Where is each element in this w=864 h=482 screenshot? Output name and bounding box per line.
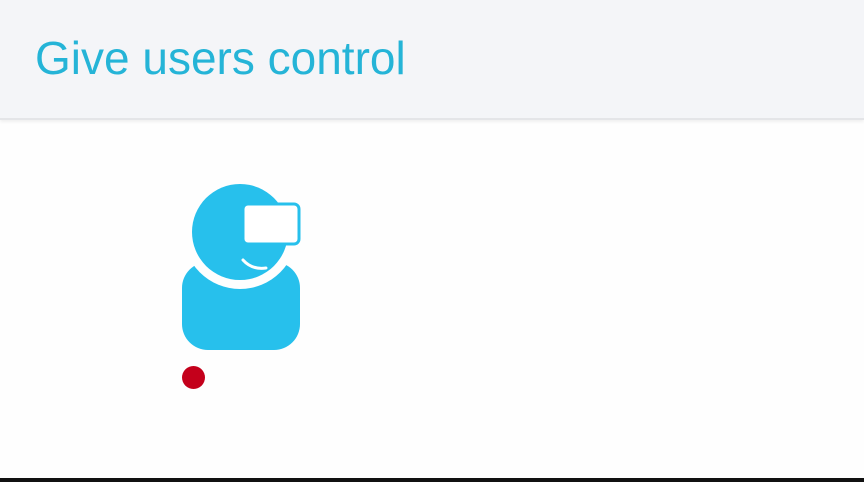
user-with-screen-icon [182, 175, 301, 350]
header-bar: Give users control [0, 0, 864, 120]
slide: Give users control [0, 0, 864, 482]
page-title: Give users control [35, 32, 406, 84]
screen-device [241, 202, 301, 246]
bottom-edge-bar [0, 478, 864, 482]
record-indicator-dot [182, 366, 205, 389]
